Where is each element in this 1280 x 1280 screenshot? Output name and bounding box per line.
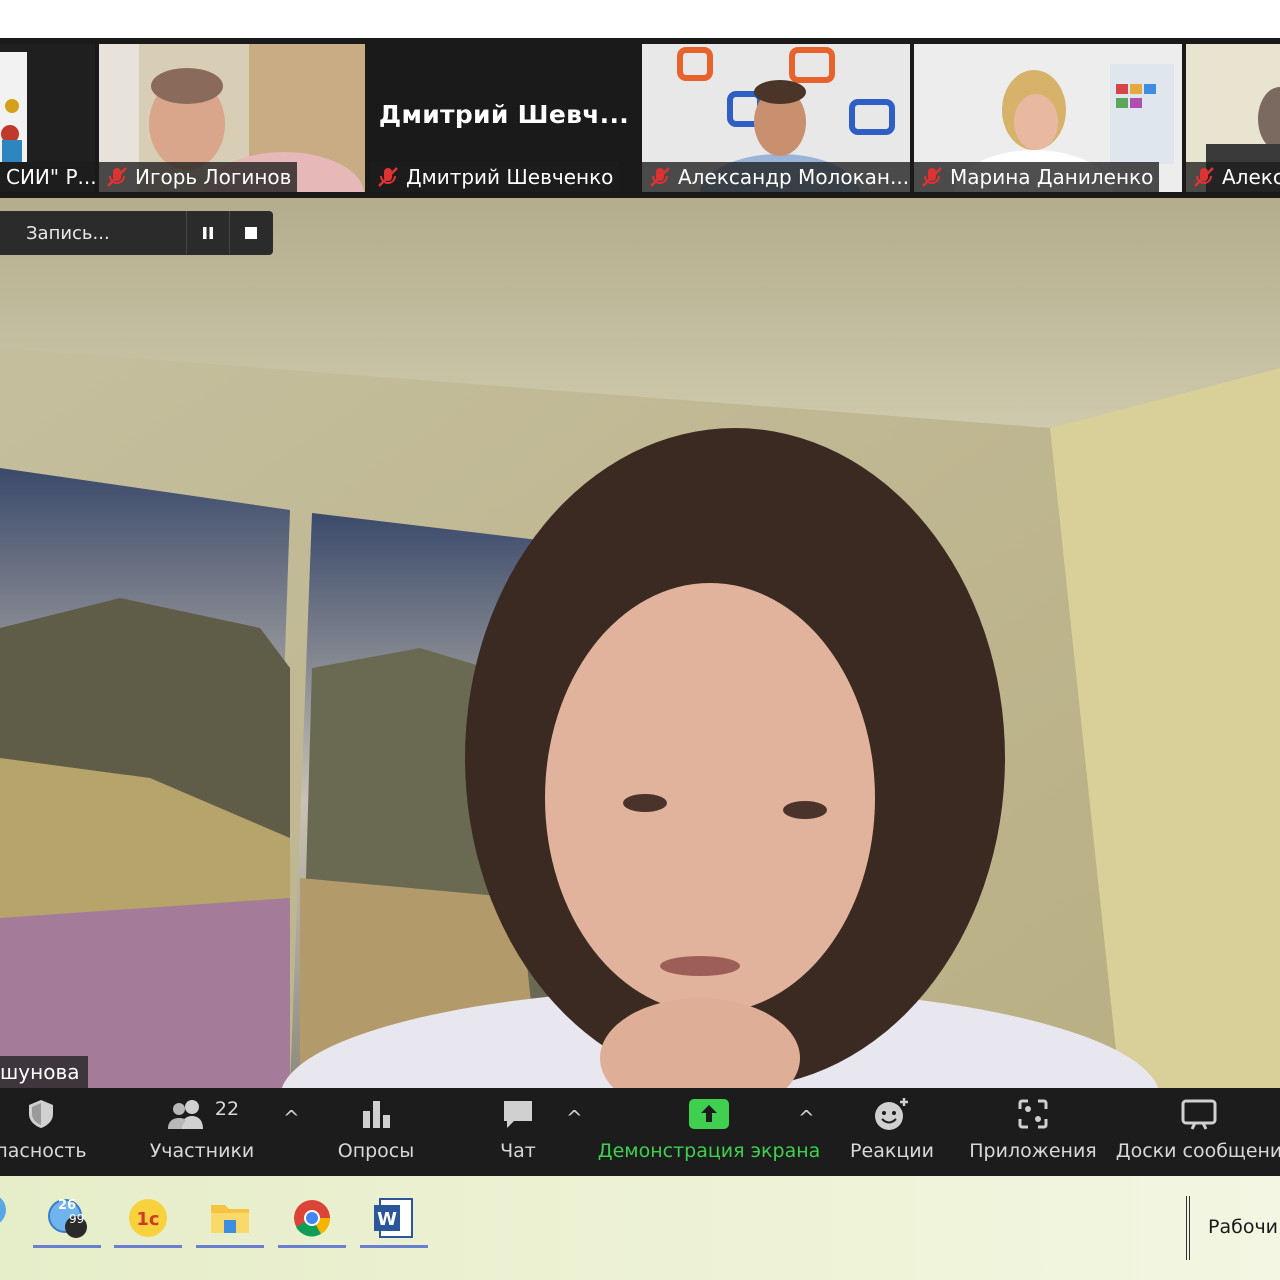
svg-text:1с: 1с <box>136 1209 159 1230</box>
taskbar-file-explorer[interactable] <box>196 1190 264 1248</box>
taskbar-weather-app[interactable]: 26 99 <box>33 1190 101 1248</box>
participant-tile[interactable]: Дмитрий Шевч... Дмитрий Шевченко <box>370 44 638 192</box>
reactions-button[interactable]: Реакции <box>850 1088 934 1176</box>
taskbar-word[interactable]: W <box>360 1190 428 1248</box>
word-icon: W <box>374 1197 413 1238</box>
chat-button[interactable]: Чат <box>494 1088 542 1176</box>
participant-display-name: Дмитрий Шевч... <box>378 100 630 129</box>
share-options-caret[interactable]: ^ <box>798 1106 815 1130</box>
participant-tile[interactable]: СИИ" Р... <box>0 44 95 192</box>
participant-name-label: Игорь Логинов <box>99 162 298 192</box>
participants-button[interactable]: 22 Участники <box>148 1088 256 1176</box>
chat-label: Чат <box>500 1140 536 1162</box>
recording-status: Запись... <box>26 222 110 244</box>
participant-name: Александр Молокан... <box>678 165 910 189</box>
taskbar-chrome[interactable] <box>278 1190 346 1248</box>
reactions-label: Реакции <box>850 1140 934 1162</box>
weather-temp: 26 <box>58 1198 77 1213</box>
participant-name: Игорь Логинов <box>135 165 292 189</box>
mic-muted-icon <box>1194 167 1214 187</box>
svg-text:W: W <box>377 1209 397 1230</box>
participant-name: СИИ" Р... <box>6 165 95 189</box>
whiteboard-icon <box>1181 1099 1217 1130</box>
stop-recording-button[interactable] <box>229 211 272 255</box>
polls-label: Опросы <box>337 1140 415 1162</box>
mic-muted-icon <box>922 167 942 187</box>
weather-badge: 99 <box>69 1212 85 1226</box>
participant-name: Алекс <box>1222 165 1280 189</box>
polls-button[interactable]: Опросы <box>336 1088 416 1176</box>
folder-icon <box>211 1204 249 1233</box>
apps-icon <box>1018 1099 1048 1129</box>
participant-tile[interactable]: Алекс <box>1186 44 1280 192</box>
stop-icon <box>245 227 257 239</box>
chat-options-caret[interactable]: ^ <box>566 1106 583 1130</box>
apps-button[interactable]: Приложения <box>969 1088 1097 1176</box>
participant-name-label: Марина Даниленко <box>914 162 1160 192</box>
1c-icon: 1с <box>129 1198 167 1237</box>
chat-icon <box>504 1101 532 1128</box>
os-taskbar <box>0 1176 1280 1280</box>
active-speaker-video <box>0 198 1280 1088</box>
mic-muted-icon <box>650 167 670 187</box>
security-button[interactable]: пасность <box>0 1088 87 1176</box>
recording-bar: Запись... <box>0 211 273 255</box>
participants-options-caret[interactable]: ^ <box>283 1106 300 1130</box>
share-screen-button[interactable]: Демонстрация экрана <box>598 1088 820 1176</box>
speaker-video-frame <box>0 198 1280 1088</box>
pause-icon <box>203 227 213 239</box>
shield-icon <box>29 1100 53 1128</box>
pause-recording-button[interactable] <box>186 211 229 255</box>
security-label: пасность <box>0 1140 87 1162</box>
participants-count: 22 <box>214 1098 240 1120</box>
window-top-area <box>0 0 1280 38</box>
participant-name: Марина Даниленко <box>950 165 1154 189</box>
participant-name: Дмитрий Шевченко <box>406 165 614 189</box>
speaker-name: шунова <box>0 1060 80 1084</box>
taskbar-separator <box>1186 1196 1190 1260</box>
whiteboards-button[interactable]: Доски сообщени <box>1115 1088 1280 1176</box>
taskbar-1c-app[interactable]: 1с <box>114 1190 182 1248</box>
speaker-name-label: шунова <box>0 1056 88 1088</box>
participant-name-label: СИИ" Р... <box>0 162 95 192</box>
mic-muted-icon <box>107 167 127 187</box>
taskbar-partial-icon[interactable] <box>0 1190 8 1230</box>
desktop-toolbar-label[interactable]: Рабочи <box>1208 1216 1278 1238</box>
chrome-icon <box>294 1199 331 1236</box>
share-screen-icon <box>689 1099 729 1129</box>
reactions-icon <box>875 1098 908 1130</box>
participants-label: Участники <box>149 1140 255 1162</box>
participant-tile[interactable]: Игорь Логинов <box>99 44 365 192</box>
globe-icon <box>0 1197 6 1223</box>
participant-name-label: Дмитрий Шевченко <box>370 162 620 192</box>
whiteboards-label: Доски сообщени <box>1115 1140 1280 1162</box>
participant-tile[interactable]: Марина Даниленко <box>914 44 1182 192</box>
gallery-strip: СИИ" Р... Игорь Логинов Дмитрий Шевч... … <box>0 38 1280 198</box>
participant-tile[interactable]: Александр Молокан... <box>642 44 910 192</box>
participant-name-label: Алекс <box>1186 162 1280 192</box>
polls-icon <box>363 1101 390 1128</box>
apps-label: Приложения <box>969 1140 1097 1162</box>
meeting-toolbar: пасность 22 Участники ^ Опросы Чат ^ Дем… <box>0 1088 1280 1176</box>
mic-muted-icon <box>378 167 398 187</box>
participants-icon <box>167 1100 203 1129</box>
participant-name-label: Александр Молокан... <box>642 162 910 192</box>
share-screen-label: Демонстрация экрана <box>597 1140 821 1162</box>
